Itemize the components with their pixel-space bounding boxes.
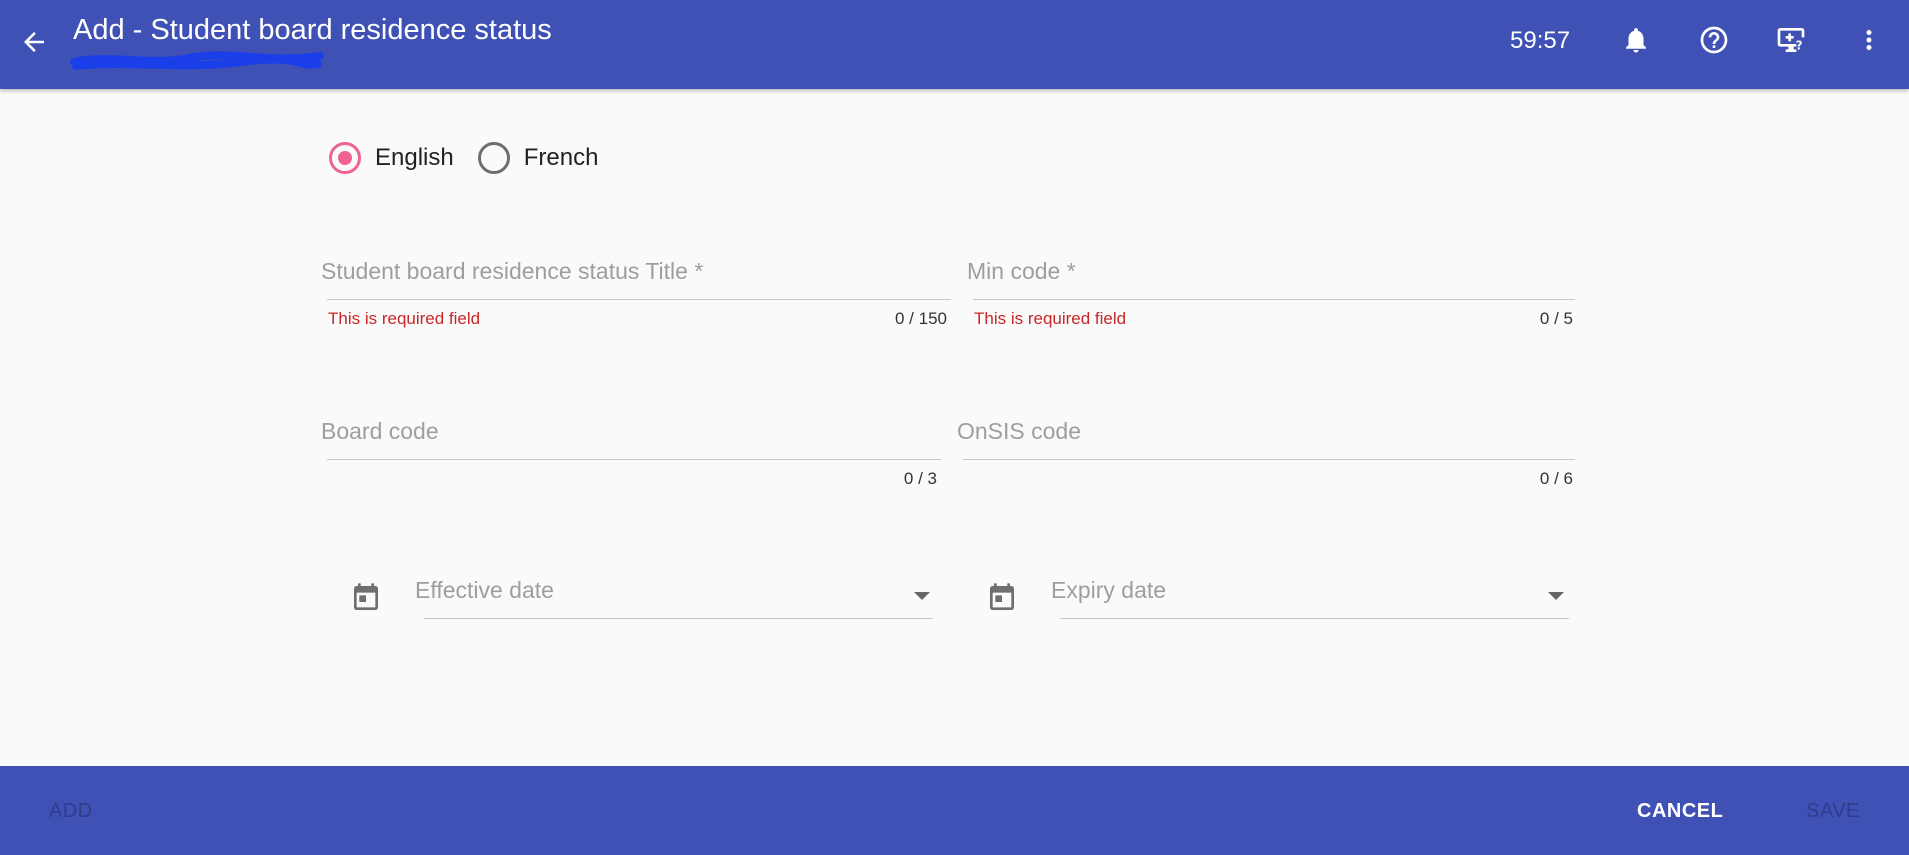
effective-date-picker-button[interactable] <box>349 582 383 619</box>
save-button[interactable]: SAVE <box>1806 800 1860 823</box>
expiry-date-picker-button[interactable] <box>985 582 1019 619</box>
top-app-bar: Add - Student board residence status 59:… <box>0 0 1909 89</box>
cancel-button[interactable]: CANCEL <box>1637 800 1723 823</box>
notifications-button[interactable] <box>1614 20 1658 64</box>
effective-date-dropdown-icon[interactable] <box>914 592 930 600</box>
expiry-date-dropdown-icon[interactable] <box>1548 592 1564 600</box>
expiry-date-underline <box>1060 618 1569 619</box>
effective-date-field[interactable]: Effective date <box>415 577 935 627</box>
session-timer: 59:57 <box>1510 27 1571 54</box>
radio-french[interactable]: French <box>477 142 599 174</box>
radio-unchecked-icon <box>477 142 510 174</box>
page-title: Add - Student board residence status <box>73 14 552 46</box>
radio-english-label: English <box>375 144 454 171</box>
add-button[interactable]: ADD <box>49 800 93 823</box>
title-field-label: Student board residence status Title * <box>321 258 704 284</box>
onsis-code-label: OnSIS code <box>957 418 1082 444</box>
help-icon <box>1698 24 1730 61</box>
title-field-error: This is required field <box>328 309 481 328</box>
board-code-underline <box>327 459 941 460</box>
title-field-underline <box>327 299 951 300</box>
radio-french-label: French <box>523 144 599 171</box>
radio-english[interactable]: English <box>329 142 454 174</box>
min-code-field[interactable]: Min code * This is required field 0 / 5 <box>967 258 1575 338</box>
calendar-icon <box>986 582 1018 619</box>
redaction-scribble <box>70 51 324 70</box>
screen-help-button[interactable]: ? <box>1769 20 1813 64</box>
bell-icon <box>1621 25 1651 60</box>
effective-date-label: Effective date <box>415 577 554 603</box>
title-field-counter: 0 / 150 <box>895 309 947 328</box>
screen-help-icon: ? <box>1775 24 1807 61</box>
bottom-action-bar <box>0 766 1909 855</box>
radio-checked-icon <box>329 142 361 174</box>
back-button[interactable] <box>12 22 56 66</box>
onsis-code-counter: 0 / 6 <box>1539 469 1573 488</box>
onsis-code-field[interactable]: OnSIS code 0 / 6 <box>957 418 1575 488</box>
min-code-underline <box>973 299 1575 300</box>
calendar-icon <box>350 582 382 619</box>
board-code-field[interactable]: Board code 0 / 3 <box>321 418 941 488</box>
min-code-error: This is required field <box>974 309 1127 328</box>
arrow-back-icon <box>19 27 49 62</box>
more-options-button[interactable] <box>1847 20 1891 64</box>
expiry-date-label: Expiry date <box>1051 577 1167 603</box>
help-button[interactable] <box>1692 20 1736 64</box>
svg-text:?: ? <box>1796 38 1803 52</box>
min-code-counter: 0 / 5 <box>1539 309 1573 328</box>
expiry-date-field[interactable]: Expiry date <box>1051 577 1571 627</box>
board-code-counter: 0 / 3 <box>903 469 937 488</box>
title-field[interactable]: Student board residence status Title * T… <box>321 258 951 338</box>
more-vert-icon <box>1854 25 1884 60</box>
language-radio-group: English French <box>329 142 622 174</box>
board-code-label: Board code <box>321 418 439 444</box>
onsis-code-underline <box>963 459 1575 460</box>
effective-date-underline <box>424 618 933 619</box>
min-code-label: Min code * <box>967 258 1076 284</box>
